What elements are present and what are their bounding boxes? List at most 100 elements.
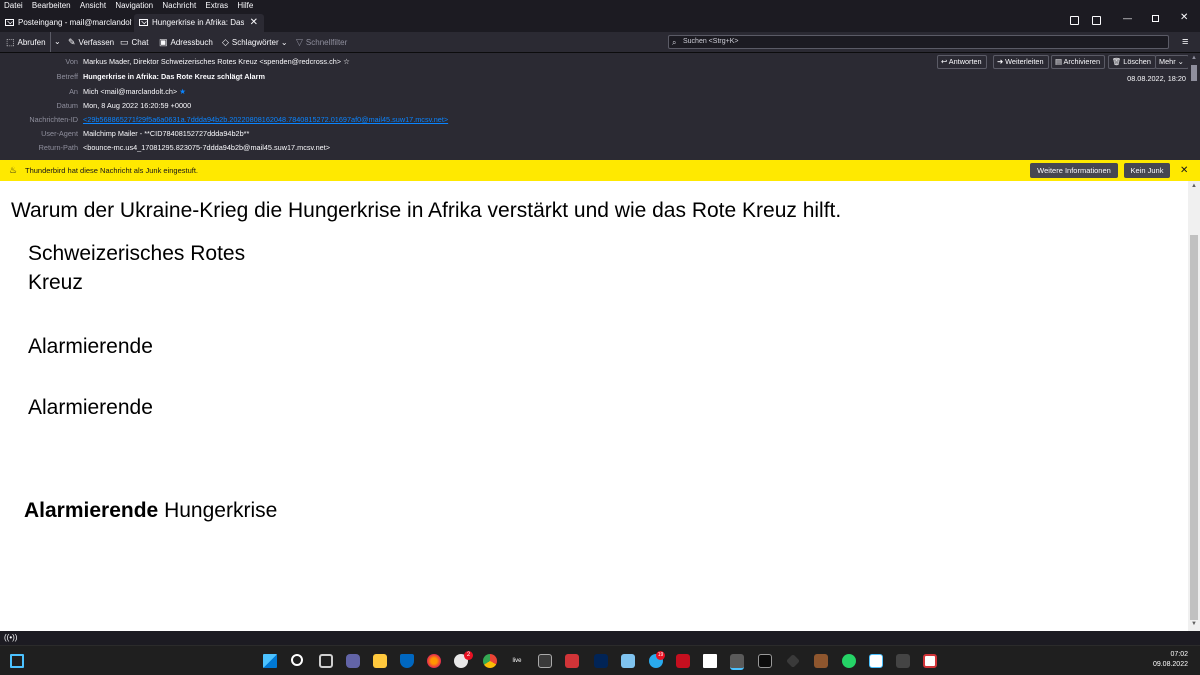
scroll-down-icon[interactable]: ▼ [1191,621,1197,627]
tags-label: Schlagwörter [231,38,279,47]
notification-badge: 2 [464,651,473,660]
menu-nachricht[interactable]: Nachricht [162,0,196,12]
scrollbar-thumb[interactable] [1191,65,1197,81]
compose-label: Verfassen [78,38,115,47]
file-explorer-icon[interactable] [373,654,387,668]
tab-message[interactable]: Hungerkrise in Afrika: Das Rote Kreuz sc… [134,14,264,32]
task-view-icon[interactable] [319,654,333,668]
firefox-icon[interactable] [427,654,441,668]
restore-icon[interactable] [1152,15,1159,22]
compose-button[interactable]: ✎ Verfassen [68,32,114,52]
trash-icon: 🗑 [1112,57,1122,66]
junk-notification-bar: ♨ Thunderbird hat diese Nachricht als Ju… [0,160,1200,181]
archive-icon: ▤ [1055,57,1062,66]
online-status-icon[interactable]: ((•)) [4,631,17,645]
whatsapp-icon[interactable] [842,654,856,668]
filter-icon: ▽ [296,37,303,47]
clock-date: 09.08.2022 [1152,661,1188,668]
tags-button[interactable]: ◇ Schlagwörter ⌄ [222,32,288,52]
star-icon[interactable]: ★ [179,87,186,96]
menu-ansicht[interactable]: Ansicht [80,0,106,12]
fetch-button[interactable]: ⬚ Abrufen [6,32,46,52]
menu-datei[interactable]: Datei [4,0,23,12]
taskbar-clock[interactable]: 07:02 09.08.2022 [1153,650,1188,670]
email-headline: Warum der Ukraine-Krieg die Hungerkrise … [11,199,842,222]
section-title-bold: Alarmierende [24,499,159,522]
to-value-wrap[interactable]: Mich <mail@marclandolt.ch> ★ [83,86,186,98]
header-date-row: Datum Mon, 8 Aug 2022 16:20:59 +0000 [0,100,900,112]
tasks-icon[interactable] [1092,16,1101,25]
not-junk-button[interactable]: Kein Junk [1124,163,1170,178]
reply-button[interactable]: ↩ Antworten [937,55,987,69]
addressbook-button[interactable]: ▣ Adressbuch [159,32,213,52]
menu-hilfe[interactable]: Hilfe [237,0,253,12]
menu-bearbeiten[interactable]: Bearbeiten [32,0,71,12]
thunderbird-icon[interactable] [730,654,744,670]
subject-value: Hungerkrise in Afrika: Das Rote Kreuz sc… [83,72,265,81]
widgets-icon[interactable] [10,654,24,668]
scroll-up-icon[interactable]: ▲ [1191,183,1197,189]
reply-icon: ↩ [941,57,948,66]
menu-extras[interactable]: Extras [205,0,228,12]
close-window-icon[interactable]: ✕ [1180,12,1188,23]
header-returnpath-row: Return-Path <bounce-mc.us4_17081295.8230… [0,142,900,154]
msgid-link[interactable]: <29b568865271f29f5a6a0631a.7ddda94b2b.20… [83,114,448,126]
image-alt-1: Alarmierende [28,335,153,358]
app-icon[interactable] [923,654,937,668]
junk-message: Thunderbird hat diese Nachricht als Junk… [25,166,199,175]
header-scrollbar[interactable]: ▲ [1188,53,1200,160]
close-icon[interactable]: ✕ [250,14,258,32]
download-icon: ⬚ [6,37,15,47]
powershell-icon[interactable] [594,654,608,668]
app-icon[interactable] [786,654,800,668]
scrollbar-thumb[interactable] [1190,235,1198,620]
live-icon[interactable]: live [510,654,524,668]
fetch-dropdown[interactable]: ⌄ [50,32,61,52]
quickfilter-button[interactable]: ▽ Schnellfilter [296,32,347,52]
start-icon[interactable] [263,654,277,668]
reply-label: Antworten [948,57,982,66]
from-value[interactable]: Markus Mader, Direktor Schweizerisches R… [83,56,350,68]
app-icon[interactable] [703,654,717,668]
message-body: Warum der Ukraine-Krieg die Hungerkrise … [0,181,1188,631]
terminal-icon[interactable] [758,654,772,668]
fetch-label: Abrufen [17,38,46,47]
defender-icon[interactable] [400,654,414,668]
image-alt-2: Alarmierende [28,396,153,419]
hamburger-menu-icon[interactable]: ≡ [1182,32,1188,52]
body-scrollbar[interactable]: ▲ ▼ [1188,181,1200,631]
delete-button[interactable]: 🗑 Löschen [1108,55,1156,69]
more-button[interactable]: Mehr ⌄ [1155,55,1189,69]
app-icon[interactable] [538,654,552,668]
scroll-up-icon[interactable]: ▲ [1191,55,1197,61]
search-input[interactable]: ⌕ Suchen <Strg+K> [668,35,1169,49]
tab-inbox-label: Posteingang - mail@marclandolt.ch [18,18,132,27]
search-icon[interactable] [291,654,303,666]
more-info-button[interactable]: Weitere Informationen [1030,163,1118,178]
news-app-icon[interactable] [676,654,690,668]
msgid-label: Nachrichten-ID [29,115,78,124]
menu-navigation[interactable]: Navigation [115,0,153,12]
close-icon[interactable]: ✕ [1180,160,1188,181]
notepad-icon[interactable] [869,654,883,668]
chrome-icon[interactable] [483,654,497,668]
minimize-icon[interactable]: — [1123,13,1132,23]
addressbook-label: Adressbuch [170,38,213,47]
mail-app-icon[interactable] [621,654,635,668]
clock-time: 07:02 [1170,651,1188,658]
search-placeholder: Suchen <Strg+K> [683,38,739,45]
forward-button[interactable]: ➜ Weiterleiten [993,55,1049,69]
header-date-short: 08.08.2022, 18:20 [1127,74,1186,83]
app-icon[interactable] [565,654,579,668]
to-label: An [69,87,78,96]
chat-icon: ▭ [120,37,129,47]
library-icon[interactable] [814,654,828,668]
chat-button[interactable]: ▭ Chat [120,32,148,52]
app-icon[interactable] [896,654,910,668]
message-header: Von Markus Mader, Direktor Schweizerisch… [0,53,1189,160]
tab-inbox[interactable]: Posteingang - mail@marclandolt.ch [0,14,132,32]
teams-chat-icon[interactable] [346,654,360,668]
calendar-icon[interactable] [1070,16,1079,25]
archive-button[interactable]: ▤ Archivieren [1051,55,1106,69]
pencil-icon: ✎ [68,37,76,47]
